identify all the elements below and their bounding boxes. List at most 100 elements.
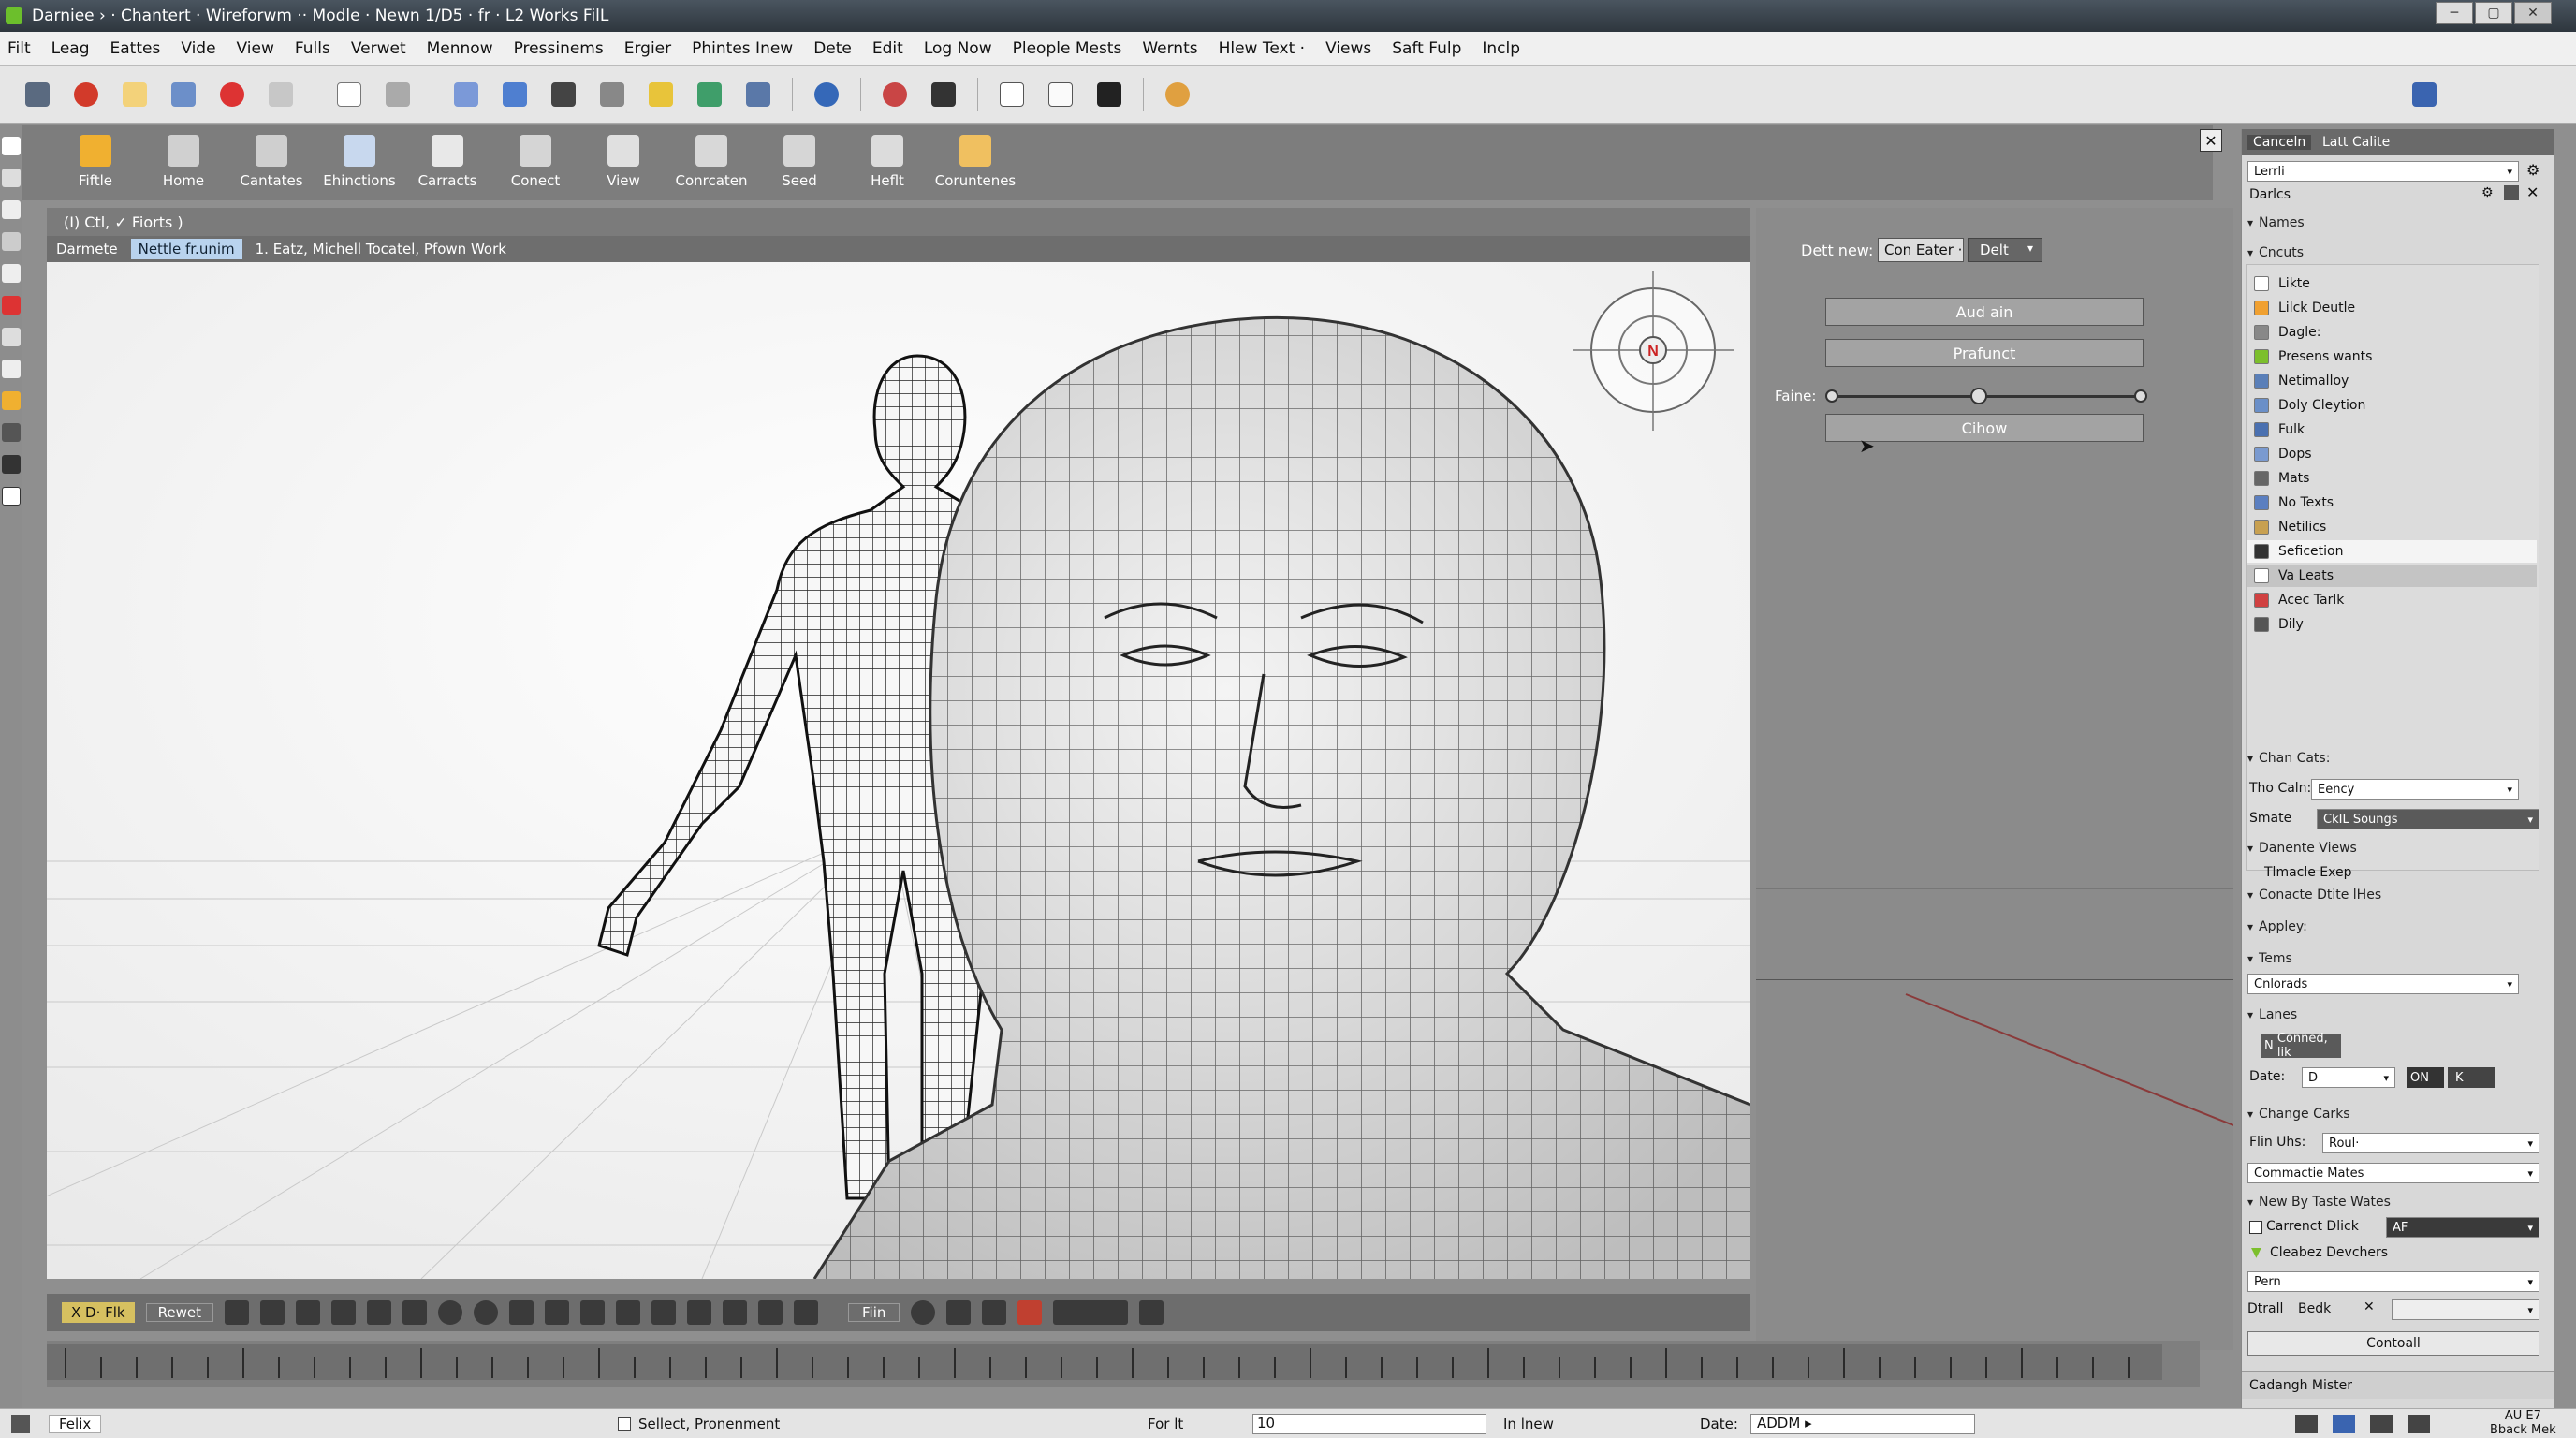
menu-item[interactable]: Verwet: [351, 39, 406, 58]
ribbon-button[interactable]: Fiftle: [60, 125, 131, 189]
ribbon-button[interactable]: Heflt: [852, 125, 923, 189]
change-section[interactable]: Change Carks: [2247, 1103, 2547, 1125]
select-tool-icon[interactable]: [1, 137, 21, 155]
conned-chip[interactable]: N Conned, lik: [2261, 1032, 2341, 1060]
pern-dropdown[interactable]: Pern: [2247, 1271, 2539, 1292]
settings-icon[interactable]: ⚙: [2481, 185, 2494, 200]
outliner-item[interactable]: Fulk: [2254, 418, 2544, 441]
pencil-tool-icon[interactable]: [1, 296, 21, 315]
outliner-item[interactable]: Likte: [2254, 272, 2544, 295]
scale-tool-icon[interactable]: [1, 232, 21, 251]
refresh-icon[interactable]: [473, 1300, 498, 1325]
knife-icon[interactable]: [651, 1300, 676, 1325]
box-icon[interactable]: [330, 1300, 356, 1325]
ribbon-button[interactable]: Ehinctions: [323, 125, 396, 189]
tems-dropdown[interactable]: Cnlorads: [2247, 974, 2519, 994]
mask-icon[interactable]: [1139, 1300, 1164, 1325]
stop-icon[interactable]: [213, 76, 251, 113]
date-dropdown[interactable]: D: [2302, 1067, 2395, 1088]
smate-dropdown[interactable]: CkIL Soungs: [2317, 809, 2539, 829]
transform-icon[interactable]: [579, 1300, 605, 1325]
outliner-item[interactable]: Dagle:: [2254, 321, 2544, 344]
brush-icon[interactable]: [508, 1300, 534, 1325]
menu-item[interactable]: Views: [1325, 39, 1371, 58]
outliner-item[interactable]: Mats: [2254, 467, 2544, 490]
value-field[interactable]: 10: [1252, 1413, 1486, 1434]
move-tool-icon[interactable]: [1, 169, 21, 187]
add-icon[interactable]: [330, 76, 368, 113]
groups-section[interactable]: Cncuts: [2247, 242, 2547, 264]
brush-tool-icon[interactable]: [1, 264, 21, 283]
menu-item[interactable]: Hlew Text ·: [1219, 39, 1305, 58]
outliner-item[interactable]: Dops: [2254, 443, 2544, 465]
cursor-icon[interactable]: [925, 76, 962, 113]
print-icon[interactable]: [262, 76, 300, 113]
tems-section[interactable]: Tems: [2247, 947, 2547, 970]
image-tool-icon[interactable]: [1, 487, 21, 506]
vertex-icon[interactable]: [402, 1300, 427, 1325]
viewport-tab[interactable]: 1. Eatz, Michell Tocatel, Pfown Work: [256, 241, 506, 257]
export-icon[interactable]: [496, 76, 534, 113]
status-date-field[interactable]: ADDM ▸: [1750, 1413, 1975, 1434]
pen-tray-icon[interactable]: [2333, 1414, 2355, 1433]
3d-viewport[interactable]: N: [47, 262, 1750, 1279]
copy-icon[interactable]: [116, 76, 154, 113]
appley-section[interactable]: Appley:: [2247, 916, 2547, 938]
scissors-icon[interactable]: [757, 1300, 783, 1325]
conacte-section[interactable]: Conacte Dtite lHes: [2247, 884, 2547, 906]
edge-icon[interactable]: [366, 1300, 391, 1325]
carrenct-checkbox[interactable]: [2249, 1221, 2262, 1234]
menu-item[interactable]: Mennow: [427, 39, 493, 58]
clear-icon[interactable]: ✕: [2364, 1299, 2375, 1314]
save-icon[interactable]: [19, 76, 56, 113]
puzzle-tool-icon[interactable]: [1, 455, 21, 474]
menu-item[interactable]: Inclp: [1482, 39, 1520, 58]
menu-item[interactable]: Eattes: [110, 39, 161, 58]
gear-icon[interactable]: ⚙: [2526, 161, 2539, 179]
chan-section[interactable]: Chan Cats:: [2247, 747, 2547, 770]
dock-tab-calite[interactable]: Calite: [2352, 135, 2390, 150]
app-tab[interactable]: Felix: [49, 1414, 102, 1433]
app-menu-icon[interactable]: [11, 1414, 30, 1433]
menu-item[interactable]: Edit: [872, 39, 903, 58]
user-icon[interactable]: [1159, 76, 1196, 113]
record-tool-icon[interactable]: [1017, 1300, 1043, 1325]
frame-icon[interactable]: [295, 1300, 320, 1325]
layout-icon[interactable]: [593, 76, 631, 113]
new-section[interactable]: New By Taste Wates: [2247, 1191, 2547, 1213]
viewport-tab[interactable]: Darmete: [56, 241, 118, 257]
paste-icon[interactable]: [165, 76, 202, 113]
menu-item[interactable]: Fulls: [295, 39, 330, 58]
snap-icon[interactable]: [224, 1300, 249, 1325]
puzzle-icon[interactable]: [982, 1300, 1007, 1325]
on-toggle[interactable]: ON: [2407, 1067, 2444, 1088]
k-dropdown[interactable]: K: [2448, 1067, 2495, 1088]
frame-icon[interactable]: [545, 76, 582, 113]
ribbon-button[interactable]: Home: [148, 125, 219, 189]
menu-item[interactable]: Pleople Mests: [1013, 39, 1122, 58]
menu-item[interactable]: Leag: [51, 39, 90, 58]
menu-item[interactable]: Wernts: [1142, 39, 1197, 58]
ribbon-button[interactable]: Conrcaten: [675, 125, 748, 189]
outliner-item[interactable]: No Texts: [2254, 492, 2544, 514]
menu-item[interactable]: Vide: [181, 39, 215, 58]
molecule-icon[interactable]: [876, 76, 914, 113]
battery-icon[interactable]: [2408, 1414, 2430, 1433]
menu-item[interactable]: Dete: [813, 39, 852, 58]
rewet-dropdown[interactable]: Rewet: [145, 1303, 213, 1322]
close-icon[interactable]: ✕: [2526, 183, 2539, 201]
panel-icon[interactable]: [1042, 76, 1079, 113]
outliner-item[interactable]: Presens wants: [2254, 345, 2544, 368]
ribbon-button[interactable]: Coruntenes: [935, 125, 1016, 189]
davente-section[interactable]: Danente Views: [2247, 837, 2547, 859]
knife-tool-icon[interactable]: [1, 328, 21, 346]
mode-selector[interactable]: X D· Flk: [62, 1302, 135, 1323]
terminal-icon[interactable]: [1090, 76, 1128, 113]
ribbon-button[interactable]: Conect: [500, 125, 571, 189]
window-icon[interactable]: [993, 76, 1031, 113]
network-icon[interactable]: [2295, 1414, 2318, 1433]
measure-tool-icon[interactable]: [1, 423, 21, 442]
pin-icon[interactable]: [2504, 185, 2519, 200]
grid-icon[interactable]: [379, 76, 417, 113]
split-icon[interactable]: [793, 1300, 818, 1325]
